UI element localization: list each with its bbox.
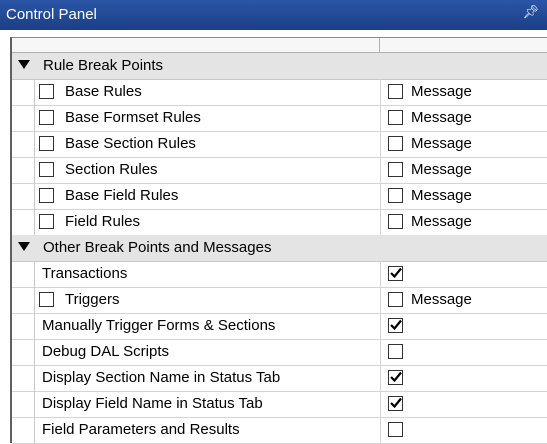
list-item: Base Rules Message	[12, 79, 547, 106]
value-checkbox[interactable]	[388, 266, 403, 281]
row-label: Display Field Name in Status Tab	[42, 395, 263, 412]
pin-icon[interactable]: 📌︎	[522, 5, 539, 20]
message-checkbox[interactable]	[388, 136, 403, 151]
list-item: Field Rules Message	[12, 209, 547, 236]
message-checkbox[interactable]	[388, 162, 403, 177]
category-label: Other Break Points and Messages	[43, 239, 272, 256]
row-label: Field Rules	[65, 213, 141, 230]
message-label: Message	[411, 213, 472, 230]
window-title: Control Panel	[6, 6, 97, 23]
list-item: Transactions	[12, 261, 547, 288]
value-checkbox[interactable]	[388, 370, 403, 385]
value-checkbox[interactable]	[388, 422, 403, 437]
message-label: Message	[411, 161, 472, 178]
collapse-triangle-icon[interactable]	[18, 60, 30, 69]
message-label: Message	[411, 109, 472, 126]
row-label: Field Parameters and Results	[42, 421, 240, 438]
row-label: Base Field Rules	[65, 187, 179, 204]
breakpoint-checkbox[interactable]	[39, 136, 54, 151]
row-label: Base Rules	[65, 83, 142, 100]
row-label: Transactions	[42, 265, 128, 282]
breakpoint-checkbox[interactable]	[39, 84, 54, 99]
message-checkbox[interactable]	[388, 214, 403, 229]
list-item: Triggers Message	[12, 287, 547, 314]
column-header	[12, 38, 547, 53]
list-item: Section Rules Message	[12, 157, 547, 184]
checkmark-icon	[390, 319, 402, 331]
list-item: Manually Trigger Forms & Sections	[12, 313, 547, 340]
list-item: Base Section Rules Message	[12, 131, 547, 158]
row-label: Triggers	[65, 291, 120, 308]
list-item: Base Formset Rules Message	[12, 105, 547, 132]
category-rule-break-points[interactable]: Rule Break Points	[12, 53, 547, 80]
message-label: Message	[411, 83, 472, 100]
collapse-triangle-icon[interactable]	[18, 242, 30, 251]
breakpoint-checkbox[interactable]	[39, 214, 54, 229]
title-bar: Control Panel 📌︎	[0, 0, 547, 30]
checkmark-icon	[390, 267, 402, 279]
row-label: Base Formset Rules	[65, 109, 201, 126]
breakpoint-checkbox[interactable]	[39, 188, 54, 203]
checkmark-icon	[390, 371, 402, 383]
list-item: Debug DAL Scripts	[12, 339, 547, 366]
breakpoint-checkbox[interactable]	[39, 162, 54, 177]
property-grid: Rule Break Points Base Rules Message Bas…	[10, 37, 547, 444]
message-checkbox[interactable]	[388, 84, 403, 99]
value-checkbox[interactable]	[388, 396, 403, 411]
row-label: Manually Trigger Forms & Sections	[42, 317, 276, 334]
value-checkbox[interactable]	[388, 318, 403, 333]
message-checkbox[interactable]	[388, 188, 403, 203]
list-item: Field Parameters and Results	[12, 417, 547, 444]
message-checkbox[interactable]	[388, 292, 403, 307]
message-label: Message	[411, 291, 472, 308]
control-panel: Control Panel 📌︎ Rule Break Points Base …	[0, 0, 547, 444]
message-label: Message	[411, 135, 472, 152]
category-other-break-points[interactable]: Other Break Points and Messages	[12, 235, 547, 262]
row-label: Section Rules	[65, 161, 158, 178]
checkmark-icon	[390, 397, 402, 409]
row-label: Base Section Rules	[65, 135, 196, 152]
row-label: Debug DAL Scripts	[42, 343, 170, 360]
message-checkbox[interactable]	[388, 110, 403, 125]
category-label: Rule Break Points	[43, 57, 164, 74]
row-label: Display Section Name in Status Tab	[42, 369, 281, 386]
value-checkbox[interactable]	[388, 344, 403, 359]
breakpoint-checkbox[interactable]	[39, 110, 54, 125]
list-item: Display Field Name in Status Tab	[12, 391, 547, 418]
list-item: Display Section Name in Status Tab	[12, 365, 547, 392]
message-label: Message	[411, 187, 472, 204]
breakpoint-checkbox[interactable]	[39, 292, 54, 307]
list-item: Base Field Rules Message	[12, 183, 547, 210]
